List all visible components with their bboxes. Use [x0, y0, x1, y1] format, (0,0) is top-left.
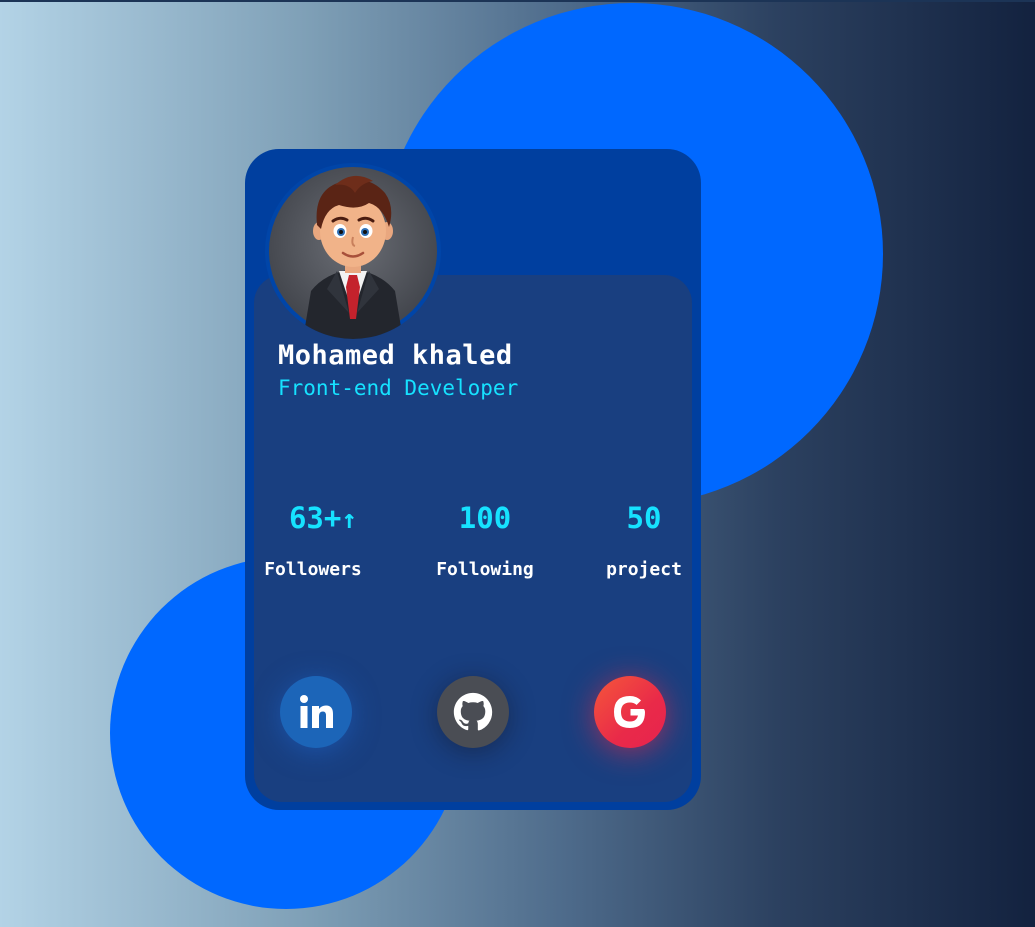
stat-followers-label: Followers — [264, 559, 362, 580]
google-icon — [614, 696, 645, 728]
github-button[interactable] — [437, 676, 509, 748]
stat-following-label: Following — [436, 559, 534, 580]
linkedin-button[interactable] — [280, 676, 352, 748]
avatar — [265, 163, 441, 339]
profile-card: Mohamed khaled Front-end Developer 63+↑ … — [245, 149, 701, 810]
google-button[interactable] — [594, 676, 666, 748]
stat-project-label: project — [606, 559, 682, 580]
github-icon — [453, 692, 493, 731]
followers-count: 63+ — [288, 501, 342, 535]
profile-role: Front-end Developer — [278, 376, 519, 400]
profile-name: Mohamed khaled — [278, 340, 513, 371]
stat-following-value: 100 — [458, 501, 512, 535]
top-border — [0, 0, 1035, 2]
arrow-up-icon: ↑ — [341, 505, 358, 535]
stat-followers-value: 63+↑ — [248, 501, 398, 535]
stat-project-value: 50 — [626, 501, 662, 535]
linkedin-icon — [300, 695, 333, 728]
avatar-image — [269, 167, 437, 339]
